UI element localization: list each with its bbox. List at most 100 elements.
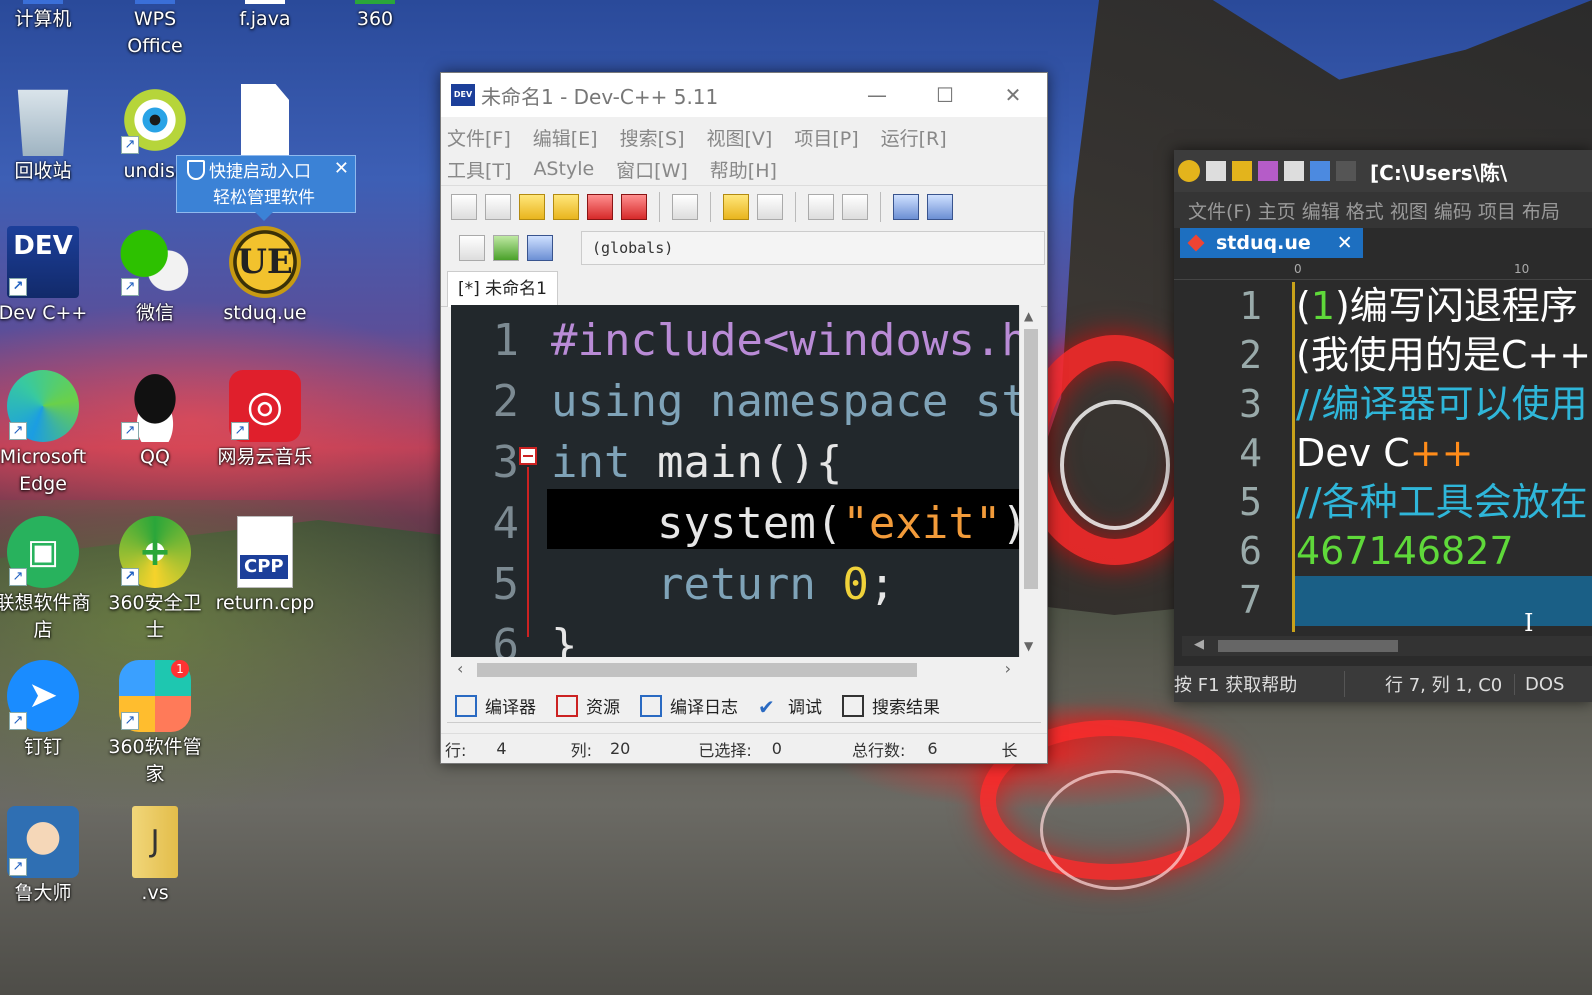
desktop-icon-360-security[interactable]: + ↗ 360安全卫士 [100, 516, 210, 644]
add-to-project-icon[interactable] [493, 235, 519, 261]
save-icon[interactable] [519, 193, 545, 220]
tab-compile-log[interactable]: 编译日志 [632, 689, 746, 722]
code-editor[interactable]: 1 #include<windows.h> 2 using namespace std… [451, 305, 1019, 657]
devcpp-titlebar[interactable]: DEV 未命名1 - Dev-C++ 5.11 — ☐ ✕ [441, 73, 1047, 117]
scrollbar-thumb[interactable] [477, 663, 917, 677]
desktop-icon-edge[interactable]: ↗ Microsoft Edge [0, 370, 98, 498]
desktop-icon-recycle-bin[interactable]: 回收站 [0, 84, 98, 185]
maximize-button[interactable]: ☐ [911, 83, 979, 107]
code-line[interactable]: 2 using namespace std; [451, 372, 1020, 432]
text-line[interactable]: 4 Dev C++ [1174, 429, 1592, 478]
tab-untitled1[interactable]: [*] 未命名1 [447, 271, 558, 307]
desktop-icon-dingtalk[interactable]: ➤ ↗ 钉钉 [0, 660, 98, 761]
new-project-icon[interactable] [459, 235, 485, 261]
close-file-icon[interactable] [587, 193, 613, 220]
menu-astyle[interactable]: AStyle [533, 158, 594, 180]
code-line[interactable]: 6} [451, 616, 1019, 657]
menu-help[interactable]: 帮助[H] [710, 156, 777, 183]
code-line[interactable]: 4 system("exit"); [451, 494, 1020, 554]
desktop-icon-blank-file[interactable] [210, 84, 320, 158]
menu-home[interactable]: 主页 [1258, 197, 1296, 224]
text-line[interactable]: 6 467146827 [1174, 527, 1592, 576]
scroll-left-icon[interactable]: ‹ [457, 659, 463, 678]
horizontal-scrollbar[interactable]: ‹ › [451, 659, 1041, 681]
project-options-icon[interactable] [527, 235, 553, 261]
redo-icon[interactable] [1336, 161, 1356, 181]
tab-close-button[interactable]: ✕ [1337, 232, 1353, 254]
text-line[interactable]: 1 (1)编写闪退程序 [1174, 282, 1592, 331]
menu-project[interactable]: 项目 [1478, 197, 1516, 224]
find-icon[interactable] [808, 193, 834, 220]
print-icon[interactable] [1284, 161, 1304, 181]
code-line[interactable]: 3 int main(){ [451, 433, 1019, 493]
menu-window[interactable]: 窗口[W] [616, 156, 688, 183]
scope-selector[interactable]: (globals) [581, 231, 1045, 265]
save-icon[interactable] [1258, 161, 1278, 181]
text-line[interactable]: 3 //编译器可以使用 [1174, 380, 1592, 429]
scroll-up-icon[interactable]: ▲ [1024, 309, 1033, 323]
code-line[interactable]: 5 return 0; [451, 555, 1019, 615]
desktop-icon-stduq-ue[interactable]: UE stduq.ue [210, 226, 320, 327]
tooltip-close-button[interactable]: ✕ [334, 156, 349, 182]
tab-compiler[interactable]: 编译器 [447, 689, 544, 722]
desktop-icon-360-software-manager[interactable]: 1 ↗ 360软件管家 [100, 660, 210, 788]
desktop-icon-ludashi[interactable]: ↗ 鲁大师 [0, 806, 98, 907]
vertical-scrollbar[interactable]: ▲ ▼ [1019, 305, 1041, 657]
menu-encoding[interactable]: 编码 [1434, 197, 1472, 224]
menu-edit[interactable]: 编辑 [1302, 197, 1340, 224]
desktop-icon-qq[interactable]: ↗ QQ [100, 370, 210, 471]
desktop-icon-devcpp[interactable]: DEV ↗ Dev C++ [0, 226, 98, 327]
desktop-icon-computer[interactable]: 计算机 [0, 0, 98, 33]
indent-icon[interactable] [893, 193, 919, 220]
close-all-icon[interactable] [621, 193, 647, 220]
desktop-icon-360[interactable]: 360 [320, 0, 430, 33]
ultraedit-editor[interactable]: 1 (1)编写闪退程序 2 (我使用的是C++) 3//编译器可以使用 4 Dev C++ 5… [1174, 282, 1592, 632]
quick-launch-tooltip[interactable]: 快捷启动入口 轻松管理软件 ✕ [176, 155, 356, 221]
print-icon[interactable] [672, 193, 698, 220]
menu-view[interactable]: 视图[V] [707, 124, 773, 151]
redo-icon[interactable] [757, 193, 783, 220]
menu-tools[interactable]: 工具[T] [447, 156, 511, 183]
menu-run[interactable]: 运行[R] [881, 124, 947, 151]
scrollbar-thumb[interactable] [1024, 329, 1038, 589]
close-button[interactable]: ✕ [979, 83, 1047, 107]
menu-project[interactable]: 项目[P] [794, 124, 858, 151]
undo-icon[interactable] [723, 193, 749, 220]
save-all-icon[interactable] [553, 193, 579, 220]
new-file-icon[interactable] [1206, 161, 1226, 181]
menu-search[interactable]: 搜索[S] [620, 124, 685, 151]
desktop-icon-return-cpp[interactable]: CPP return.cpp [210, 516, 320, 617]
undo-icon[interactable] [1310, 161, 1330, 181]
menu-file[interactable]: 文件[F] [447, 124, 511, 151]
menu-edit[interactable]: 编辑[E] [533, 124, 598, 151]
menu-format[interactable]: 格式 [1346, 197, 1384, 224]
tab-debug[interactable]: ✔ 调试 [750, 689, 830, 722]
open-folder-icon[interactable] [1232, 161, 1252, 181]
scroll-right-icon[interactable]: › [1005, 659, 1011, 678]
new-file-icon[interactable] [451, 193, 477, 220]
text-line[interactable]: 2 (我使用的是C++) [1174, 331, 1592, 380]
replace-icon[interactable] [842, 193, 868, 220]
minimize-button[interactable]: — [843, 83, 911, 107]
tab-search-results[interactable]: 搜索结果 [834, 689, 948, 722]
desktop-icon-wps[interactable]: WPS Office [100, 0, 210, 60]
scroll-down-icon[interactable]: ▼ [1024, 639, 1033, 653]
code-line[interactable]: 1 #include<windows.h> [451, 311, 1020, 371]
desktop-icon-vs-folder[interactable]: J .vs [100, 806, 210, 907]
menu-file[interactable]: 文件(F) [1188, 197, 1252, 224]
desktop-icon-netease-music[interactable]: ◎ ↗ 网易云音乐 [210, 370, 320, 471]
scrollbar-thumb[interactable] [1218, 640, 1398, 652]
tab-stduq-ue[interactable]: stduq.ue ✕ [1180, 228, 1363, 258]
scroll-left-icon[interactable]: ◀ [1194, 637, 1204, 652]
unindent-icon[interactable] [927, 193, 953, 220]
horizontal-scrollbar[interactable]: ◀ [1182, 636, 1592, 656]
desktop-icon-wechat[interactable]: ↗ 微信 [100, 226, 210, 327]
menu-layout[interactable]: 布局 [1522, 197, 1560, 224]
tab-resources[interactable]: 资源 [548, 689, 628, 722]
desktop-icon-java[interactable]: f.java [210, 0, 320, 33]
open-file-icon[interactable] [485, 193, 511, 220]
desktop-icon-lenovo-store[interactable]: ▣ ↗ 联想软件商店 [0, 516, 98, 644]
menu-view[interactable]: 视图 [1390, 197, 1428, 224]
text-line[interactable]: 5 //各种工具会放在 [1174, 478, 1592, 527]
desktop-icon-label: 网易云音乐 [217, 446, 313, 468]
